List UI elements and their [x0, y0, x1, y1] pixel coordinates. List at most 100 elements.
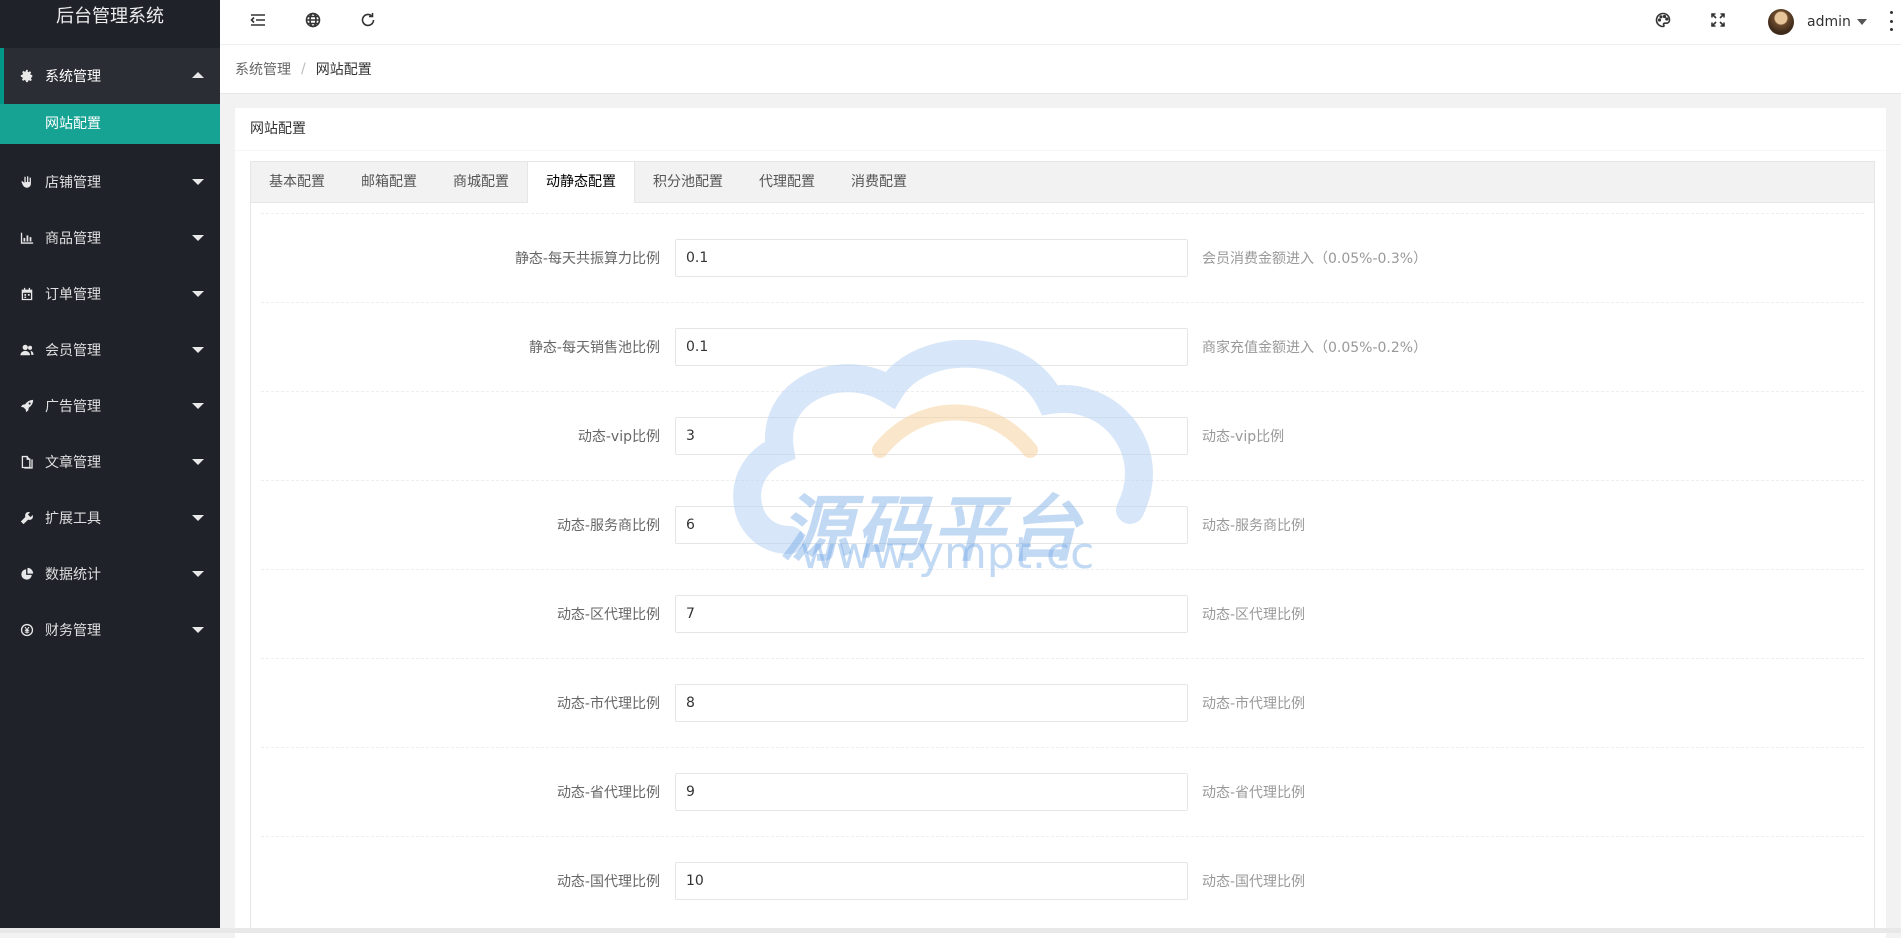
field-hint: 动态-区代理比例 [1202, 607, 1306, 623]
chevron-down-icon [192, 515, 204, 521]
more-vertical-icon[interactable] [1890, 11, 1894, 31]
form-row: 动态-市代理比例 动态-市代理比例 [261, 658, 1864, 747]
sidebar-item-tools[interactable]: 扩展工具 [0, 490, 220, 546]
field-hint: 动态-服务商比例 [1202, 518, 1306, 534]
form-row: 动态-省代理比例 动态-省代理比例 [261, 747, 1864, 836]
chevron-down-icon [192, 459, 204, 465]
chevron-down-icon [192, 291, 204, 297]
avatar [1768, 9, 1794, 35]
form-row: 静态-每天共振算力比例 会员消费金额进入（0.05%-0.3%） [261, 213, 1864, 302]
field-label: 静态-每天销售池比例 [528, 340, 660, 356]
breadcrumb-current: 网站配置 [315, 62, 372, 78]
breadcrumb-parent[interactable]: 系统管理 [235, 59, 291, 79]
form-row: 动态-区代理比例 动态-区代理比例 [261, 569, 1864, 658]
form-row: 动态-国代理比例 动态-国代理比例 [261, 836, 1864, 925]
sidebar-item-members[interactable]: 会员管理 [0, 322, 220, 378]
config-form: 静态-每天共振算力比例 会员消费金额进入（0.05%-0.3%） 静态-每天销售… [251, 203, 1874, 925]
sidebar-item-finance[interactable]: 财务管理 [0, 602, 220, 658]
dynamic-city-agent-ratio-input[interactable] [675, 684, 1188, 722]
static-sales-pool-ratio-input[interactable] [675, 328, 1188, 366]
tab-consumption[interactable]: 消费配置 [833, 162, 925, 202]
refresh-icon[interactable] [358, 10, 378, 30]
sidebar-item-system[interactable]: 系统管理 [0, 48, 220, 104]
user-menu[interactable]: admin [1768, 5, 1867, 39]
wrench-icon [19, 510, 35, 526]
field-hint: 商家充值金额进入（0.05%-0.2%） [1202, 340, 1428, 356]
field-hint: 动态-省代理比例 [1202, 785, 1306, 801]
sidebar-item-ads[interactable]: 广告管理 [0, 378, 220, 434]
dynamic-service-provider-ratio-input[interactable] [675, 506, 1188, 544]
dynamic-national-agent-ratio-input[interactable] [675, 862, 1188, 900]
sidebar-item-label: 店铺管理 [45, 175, 101, 191]
field-label: 动态-vip比例 [577, 429, 660, 445]
sidebar-item-label: 商品管理 [45, 231, 101, 247]
tab-basic[interactable]: 基本配置 [251, 162, 343, 202]
config-card: 网站配置 基本配置 邮箱配置 商城配置 动静态配置 积分池配置 代理配置 消费配… [235, 108, 1886, 938]
form-row: 静态-每天销售池比例 商家充值金额进入（0.05%-0.2%） [261, 302, 1864, 391]
documents-icon [19, 454, 35, 470]
bar-chart-icon [19, 230, 35, 246]
form-row: 动态-服务商比例 动态-服务商比例 [261, 480, 1864, 569]
sidebar-item-label: 扩展工具 [45, 511, 101, 527]
field-label: 静态-每天共振算力比例 [514, 251, 660, 267]
chevron-down-icon [192, 179, 204, 185]
dynamic-vip-ratio-input[interactable] [675, 417, 1188, 455]
calendar-icon [19, 286, 35, 302]
sidebar-item-stats[interactable]: 数据统计 [0, 546, 220, 602]
tab-points-pool[interactable]: 积分池配置 [635, 162, 741, 202]
sidebar-item-label: 系统管理 [45, 69, 101, 85]
sidebar-item-label: 财务管理 [45, 623, 101, 639]
gear-icon [19, 68, 35, 84]
field-hint: 动态-vip比例 [1202, 429, 1285, 445]
rocket-icon [19, 398, 35, 414]
dynamic-district-agent-ratio-input[interactable] [675, 595, 1188, 633]
chevron-down-icon [192, 347, 204, 353]
sidebar-menu: 系统管理 网站配置 店铺管理 商品管理 订单管理 会员管理 广告管理 文章管理 … [0, 48, 220, 658]
tab-bar: 基本配置 邮箱配置 商城配置 动静态配置 积分池配置 代理配置 消费配置 [251, 162, 1874, 203]
breadcrumb-separator: / [301, 61, 306, 77]
caret-down-icon [1856, 19, 1867, 25]
dynamic-province-agent-ratio-input[interactable] [675, 773, 1188, 811]
app-title: 后台管理系统 [56, 6, 164, 27]
field-hint: 动态-国代理比例 [1202, 874, 1306, 890]
chevron-down-icon [192, 403, 204, 409]
sidebar-item-shop[interactable]: 店铺管理 [0, 154, 220, 210]
breadcrumb: 系统管理 / 网站配置 [220, 45, 1901, 94]
yen-icon [19, 622, 35, 638]
user-name: admin [1807, 14, 1851, 30]
form-row: 动态-vip比例 动态-vip比例 [261, 391, 1864, 480]
sidebar-item-orders[interactable]: 订单管理 [0, 266, 220, 322]
field-label: 动态-服务商比例 [556, 518, 660, 534]
tab-dynamic-static[interactable]: 动静态配置 [527, 162, 635, 203]
field-label: 动态-市代理比例 [556, 696, 660, 712]
bottom-scrollbar[interactable] [0, 928, 1901, 933]
sidebar-item-articles[interactable]: 文章管理 [0, 434, 220, 490]
palette-icon[interactable] [1653, 10, 1673, 30]
sidebar: 后台管理系统 系统管理 网站配置 店铺管理 商品管理 订单管理 会员管理 广告管… [0, 0, 220, 933]
pie-chart-icon [19, 566, 35, 582]
sidebar-subitem-site-config[interactable]: 网站配置 [0, 104, 220, 144]
globe-icon[interactable] [303, 10, 323, 30]
users-icon [19, 342, 35, 358]
static-resonance-ratio-input[interactable] [675, 239, 1188, 277]
tab-email[interactable]: 邮箱配置 [343, 162, 435, 202]
sidebar-item-label: 会员管理 [45, 343, 101, 359]
menu-fold-icon[interactable] [248, 10, 268, 30]
chevron-down-icon [192, 571, 204, 577]
fullscreen-icon[interactable] [1708, 10, 1728, 30]
sidebar-item-label: 数据统计 [45, 567, 101, 583]
field-label: 动态-省代理比例 [556, 785, 660, 801]
sidebar-item-goods[interactable]: 商品管理 [0, 210, 220, 266]
field-label: 动态-区代理比例 [556, 607, 660, 623]
top-header: admin [220, 0, 1901, 45]
tab-mall[interactable]: 商城配置 [435, 162, 527, 202]
field-hint: 动态-市代理比例 [1202, 696, 1306, 712]
sidebar-item-label: 广告管理 [45, 399, 101, 415]
config-tabs: 基本配置 邮箱配置 商城配置 动静态配置 积分池配置 代理配置 消费配置 静态-… [250, 161, 1875, 933]
chevron-down-icon [192, 235, 204, 241]
tab-agent[interactable]: 代理配置 [741, 162, 833, 202]
sidebar-item-label: 订单管理 [45, 287, 101, 303]
field-label: 动态-国代理比例 [556, 874, 660, 890]
chevron-up-icon [192, 72, 204, 78]
hand-icon [19, 174, 35, 190]
